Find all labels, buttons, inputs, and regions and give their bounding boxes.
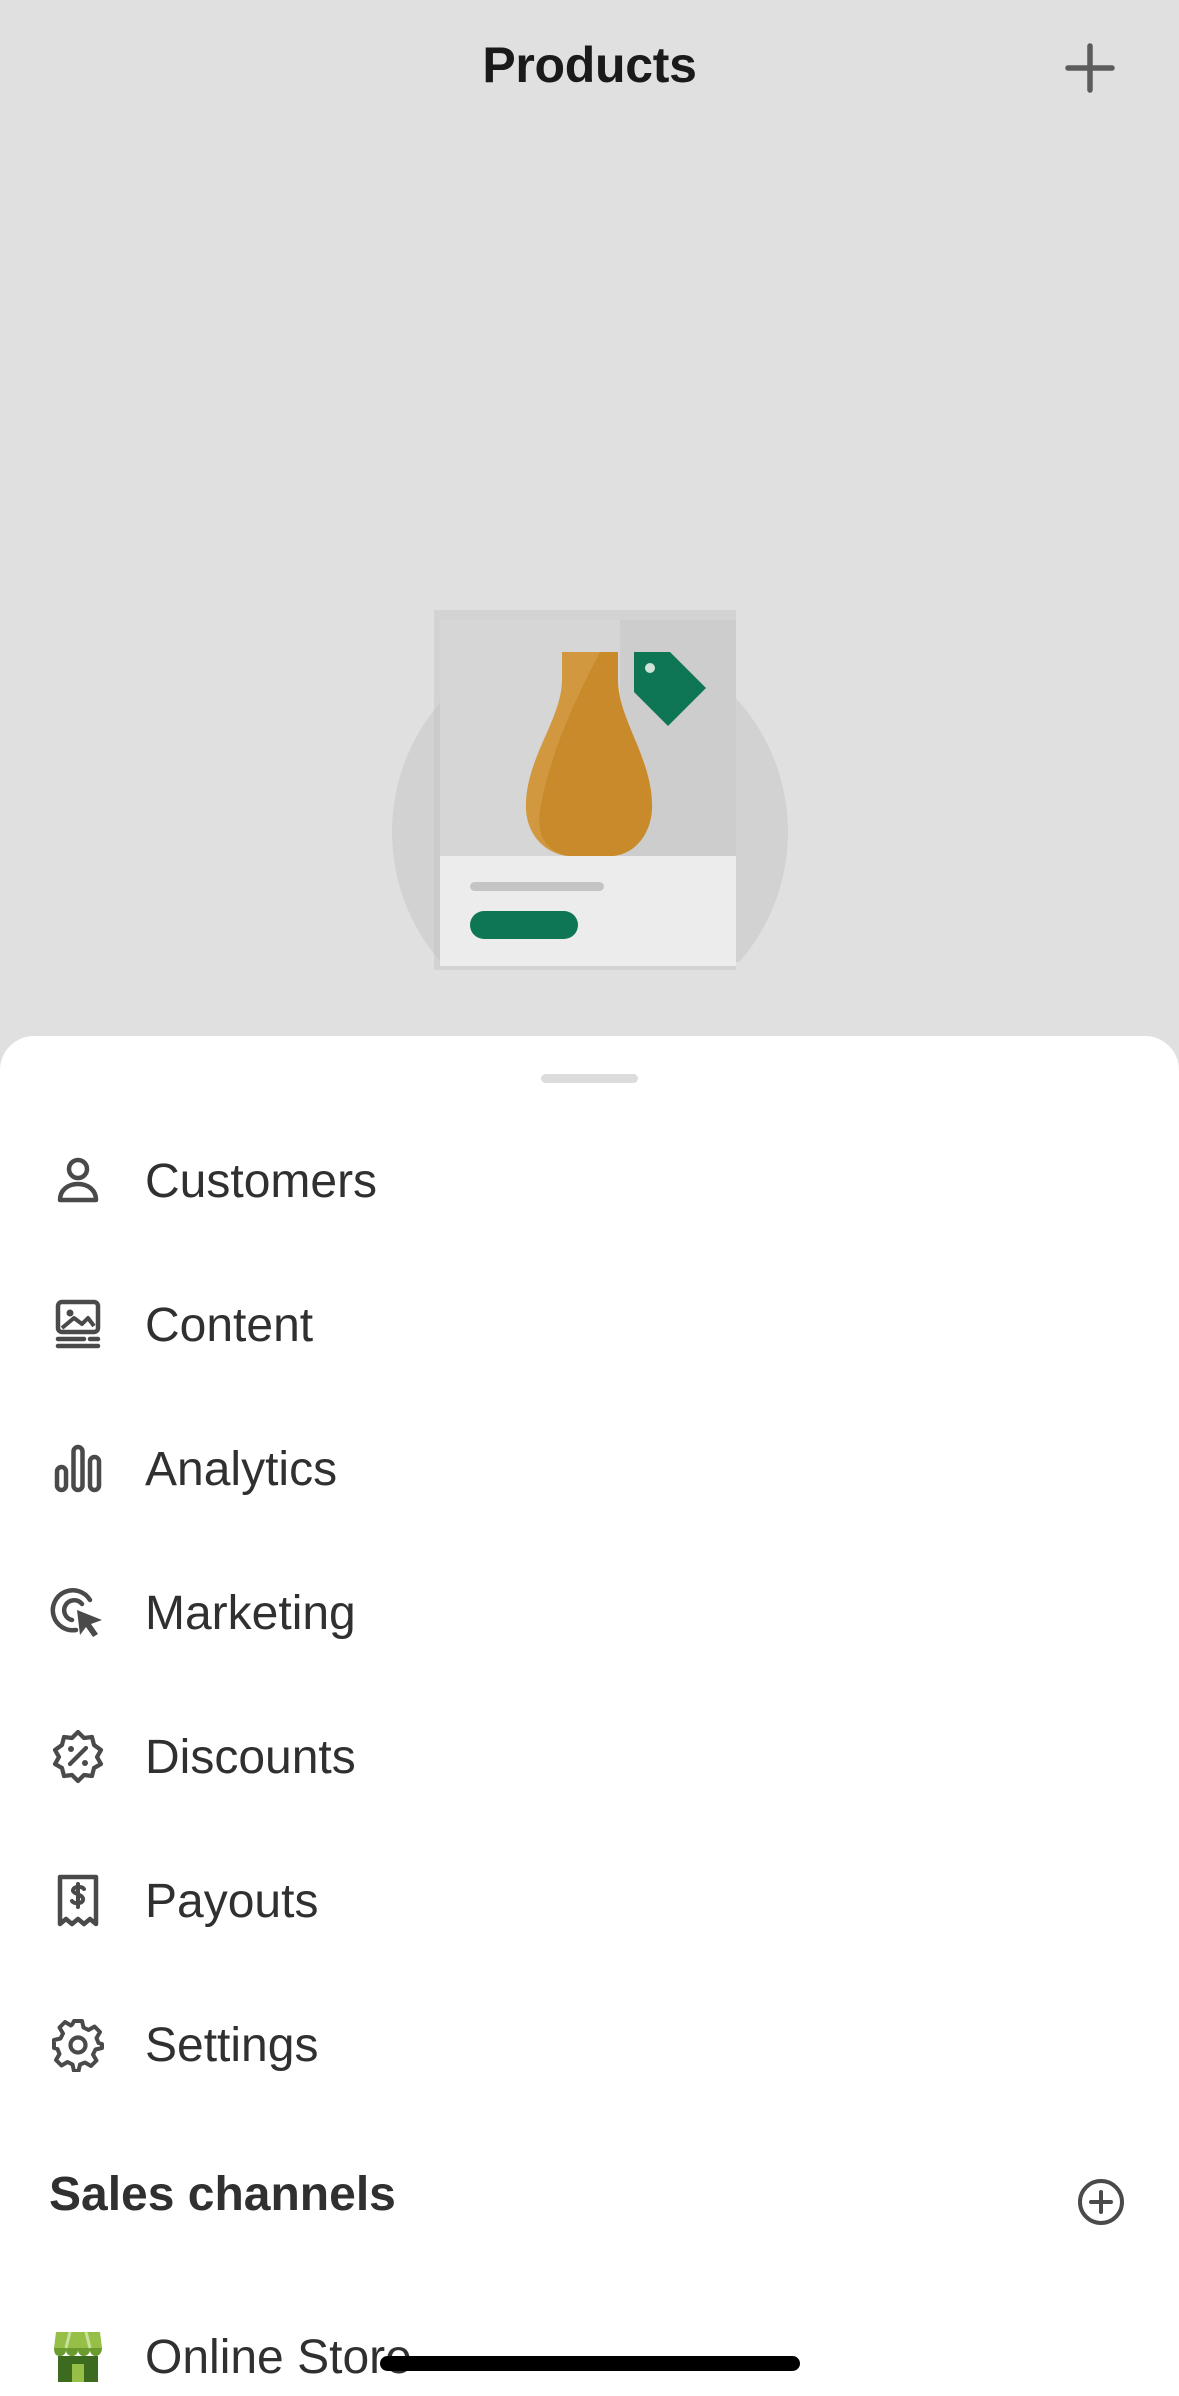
plus-circle-icon xyxy=(1078,2179,1124,2225)
menu-item-label: Customers xyxy=(145,1155,378,1208)
gear-icon xyxy=(50,2016,106,2072)
menu-item-label: Analytics xyxy=(145,1443,338,1496)
menu-item-label: Marketing xyxy=(145,1587,356,1640)
menu-item-label: Payouts xyxy=(145,1875,319,1928)
menu-item-label: Discounts xyxy=(145,1731,356,1784)
target-cursor-icon xyxy=(50,1584,106,1640)
menu-item-content[interactable]: Content xyxy=(0,1262,1179,1382)
person-icon xyxy=(50,1152,106,1208)
add-product-button[interactable] xyxy=(1060,38,1120,98)
page-title: Products xyxy=(482,37,697,93)
more-menu-sheet: Customers Content Analytics Marketing Di… xyxy=(0,1036,1179,2396)
receipt-dollar-icon xyxy=(50,1872,106,1928)
menu-item-payouts[interactable]: Payouts xyxy=(0,1838,1179,1958)
sales-channel-label: Online Store xyxy=(145,2331,412,2384)
app-screen: Products Customers Content Analytics Mar… xyxy=(0,0,1179,2396)
menu-item-marketing[interactable]: Marketing xyxy=(0,1550,1179,1670)
bar-chart-icon xyxy=(50,1440,106,1496)
discount-badge-icon xyxy=(50,1728,106,1784)
plus-icon xyxy=(1065,43,1115,93)
add-sales-channel-button[interactable] xyxy=(1073,2174,1129,2230)
product-vase-tag-illustration xyxy=(392,610,788,970)
menu-item-label: Settings xyxy=(145,2019,319,2072)
sales-channel-online-store[interactable]: Online Store xyxy=(0,2294,1179,2396)
home-indicator[interactable] xyxy=(380,2356,800,2371)
top-bar: Products xyxy=(0,0,1179,140)
menu-item-label: Content xyxy=(145,1299,314,1352)
sheet-grabber-handle[interactable] xyxy=(541,1074,638,1083)
products-empty-illustration xyxy=(390,610,790,1040)
sales-channels-heading: Sales channels xyxy=(49,2168,396,2221)
storefront-icon xyxy=(50,2328,106,2384)
menu-item-discounts[interactable]: Discounts xyxy=(0,1694,1179,1814)
image-content-icon xyxy=(50,1296,106,1352)
menu-item-customers[interactable]: Customers xyxy=(0,1118,1179,1238)
menu-item-analytics[interactable]: Analytics xyxy=(0,1406,1179,1526)
menu-item-settings[interactable]: Settings xyxy=(0,1982,1179,2102)
